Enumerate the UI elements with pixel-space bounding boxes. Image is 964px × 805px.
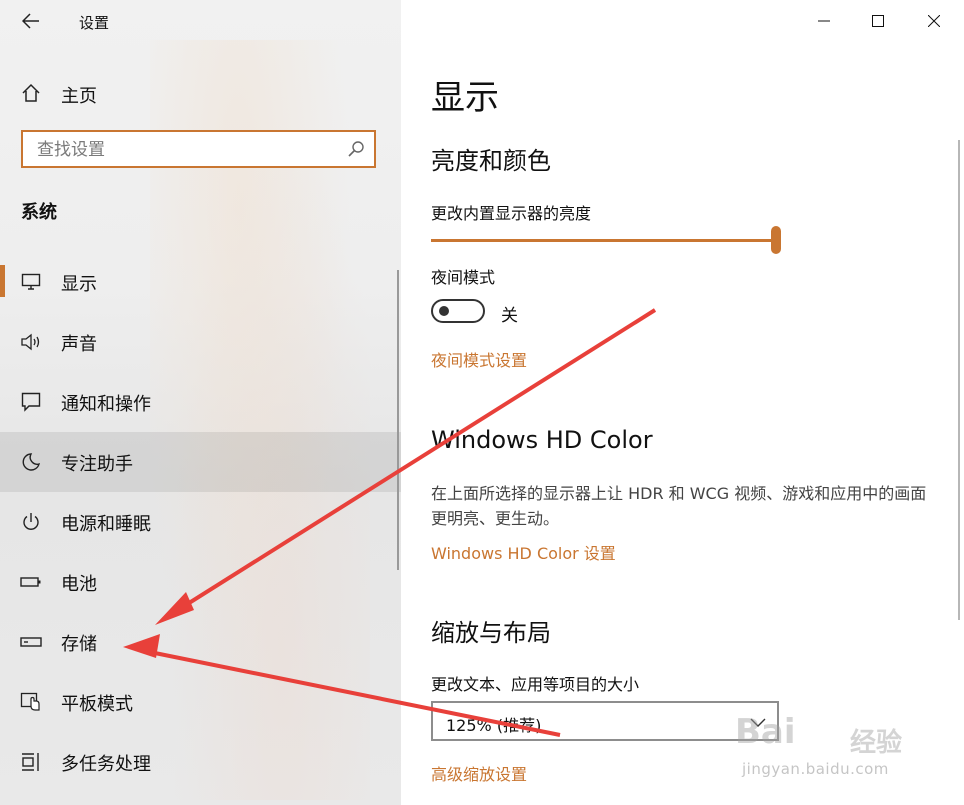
content-scrollbar[interactable] bbox=[958, 140, 960, 620]
brightness-heading: 亮度和颜色 bbox=[431, 147, 551, 175]
sidebar-item-sound[interactable]: 声音 bbox=[0, 312, 401, 372]
close-icon bbox=[928, 15, 940, 27]
sidebar-item-label: 通知和操作 bbox=[61, 394, 151, 415]
scale-dropdown-value: 125% (推荐) bbox=[446, 716, 542, 735]
sidebar-item-storage[interactable]: 存储 bbox=[0, 612, 401, 672]
notification-icon bbox=[20, 391, 42, 413]
scale-heading: 缩放与布局 bbox=[431, 619, 551, 647]
close-button[interactable] bbox=[907, 0, 961, 42]
content-pane: 显示 亮度和颜色 更改内置显示器的亮度 夜间模式 关 夜间模式设置 Window… bbox=[401, 0, 964, 805]
sidebar-item-power-sleep[interactable]: 电源和睡眠 bbox=[0, 492, 401, 552]
section-heading-system: 系统 bbox=[21, 202, 57, 223]
watermark-logo: Bai bbox=[735, 712, 796, 752]
night-mode-label: 夜间模式 bbox=[431, 268, 496, 287]
night-mode-state: 关 bbox=[501, 306, 518, 326]
sidebar-item-label: 专注助手 bbox=[61, 454, 133, 475]
hdr-description: 在上面所选择的显示器上让 HDR 和 WCG 视频、游戏和应用中的画面更明亮、更… bbox=[431, 484, 927, 528]
sidebar: 设置 主页 系统 显示 bbox=[0, 0, 401, 805]
back-arrow-icon bbox=[22, 13, 39, 29]
sidebar-item-label: 显示 bbox=[61, 274, 97, 295]
sidebar-item-label: 存储 bbox=[61, 634, 97, 655]
sidebar-item-tablet-mode[interactable]: 平板模式 bbox=[0, 672, 401, 732]
night-mode-settings-link[interactable]: 夜间模式设置 bbox=[431, 347, 527, 371]
advanced-scaling-link[interactable]: 高级缩放设置 bbox=[431, 761, 527, 785]
page-title: 显示 bbox=[431, 78, 499, 118]
scale-label: 更改文本、应用等项目的大小 bbox=[431, 675, 640, 694]
brightness-slider-track[interactable] bbox=[431, 239, 776, 242]
monitor-icon bbox=[20, 271, 42, 293]
sidebar-item-home[interactable]: 主页 bbox=[0, 72, 401, 114]
hdr-settings-link[interactable]: Windows HD Color 设置 bbox=[431, 540, 616, 564]
toggle-knob bbox=[439, 306, 449, 316]
minimize-icon bbox=[818, 20, 830, 22]
sidebar-item-label: 多任务处理 bbox=[61, 754, 151, 775]
maximize-icon bbox=[872, 15, 884, 27]
active-indicator bbox=[0, 265, 5, 297]
tablet-icon bbox=[20, 691, 42, 713]
sidebar-item-label: 声音 bbox=[61, 334, 97, 355]
window-title: 设置 bbox=[79, 14, 110, 32]
sidebar-item-battery[interactable]: 电池 bbox=[0, 552, 401, 612]
sidebar-item-label: 主页 bbox=[61, 86, 97, 107]
sidebar-item-focus-assist[interactable]: 专注助手 bbox=[0, 432, 401, 492]
sidebar-item-label: 电池 bbox=[61, 574, 97, 595]
search-icon[interactable] bbox=[346, 139, 366, 159]
hdr-heading: Windows HD Color bbox=[431, 426, 653, 454]
storage-icon bbox=[20, 631, 42, 653]
maximize-button[interactable] bbox=[851, 0, 905, 42]
sidebar-item-display[interactable]: 显示 bbox=[0, 252, 401, 312]
multitask-icon bbox=[20, 751, 42, 773]
night-mode-toggle[interactable] bbox=[431, 299, 485, 323]
moon-icon bbox=[20, 451, 42, 473]
home-icon bbox=[20, 82, 42, 104]
brightness-label: 更改内置显示器的亮度 bbox=[431, 204, 592, 223]
speaker-icon bbox=[20, 331, 42, 353]
back-button[interactable] bbox=[14, 6, 48, 36]
battery-icon bbox=[20, 571, 42, 593]
sidebar-item-notifications[interactable]: 通知和操作 bbox=[0, 372, 401, 432]
power-icon bbox=[20, 511, 42, 533]
brightness-slider-thumb[interactable] bbox=[771, 226, 781, 254]
sidebar-item-multitasking[interactable]: 多任务处理 bbox=[0, 732, 401, 792]
sidebar-item-label: 平板模式 bbox=[61, 694, 133, 715]
search-box[interactable] bbox=[21, 130, 376, 168]
watermark-logo-cn: 经验 bbox=[850, 728, 903, 758]
search-input[interactable] bbox=[35, 137, 339, 163]
title-bar-left: 设置 bbox=[0, 0, 401, 44]
sidebar-scrollbar[interactable] bbox=[397, 270, 399, 570]
minimize-button[interactable] bbox=[797, 0, 851, 42]
sidebar-item-label: 电源和睡眠 bbox=[61, 514, 151, 535]
scale-dropdown[interactable]: 125% (推荐) bbox=[431, 701, 779, 741]
watermark-url: jingyan.baidu.com bbox=[742, 760, 889, 778]
